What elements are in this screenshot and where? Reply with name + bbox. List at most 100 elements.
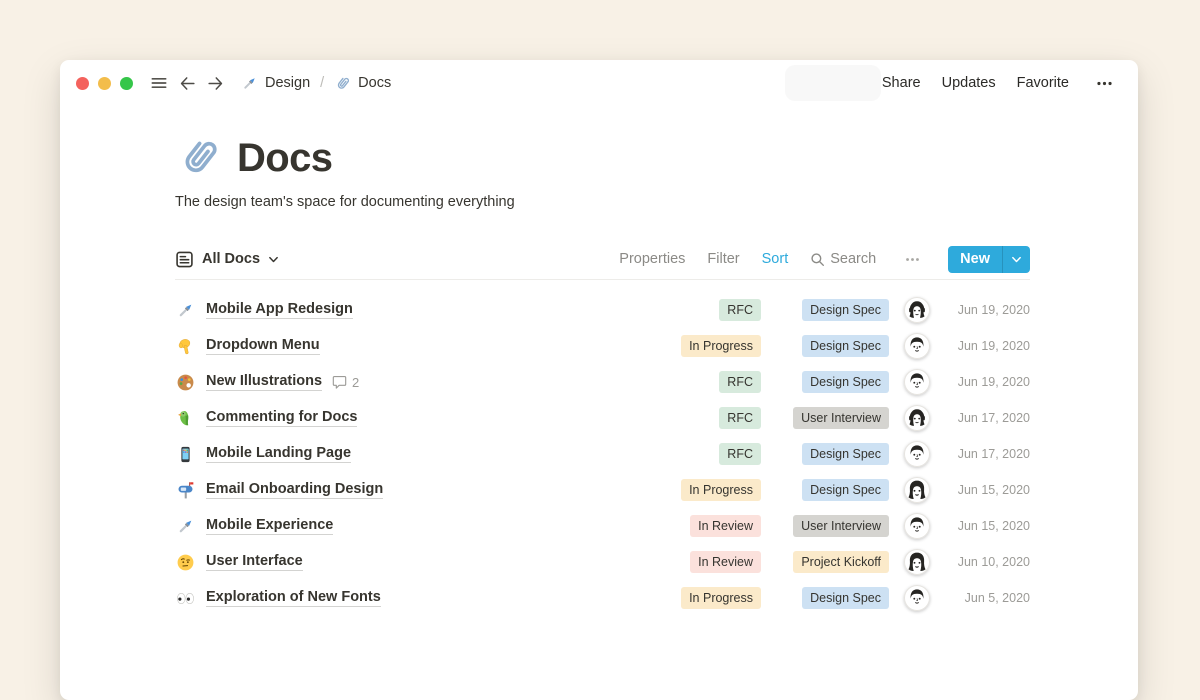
page-link[interactable]: Dropdown Menu (206, 337, 320, 355)
table-view-icon (175, 250, 194, 269)
table-row[interactable]: Exploration of New Fonts In Progress Desig… (175, 580, 1030, 616)
hamburger-icon (149, 73, 169, 93)
type-cell[interactable]: Design Spec (775, 479, 889, 501)
table-row[interactable]: User Interface In Review Project Kickoff Ju… (175, 544, 1030, 580)
more-options-button[interactable] (1092, 71, 1116, 95)
avatar-man[interactable] (904, 513, 930, 539)
avatar-woman[interactable] (904, 477, 930, 503)
share-button[interactable]: Share (882, 75, 921, 91)
breadcrumb-item-design[interactable]: Design (237, 73, 314, 94)
sidebar-menu-button[interactable] (147, 71, 171, 95)
table-row[interactable]: Mobile Landing Page RFC Design Spec Jun 17,… (175, 436, 1030, 472)
view-switcher[interactable]: All Docs (175, 250, 279, 269)
date-cell[interactable]: Jun 15, 2020 (942, 519, 1030, 533)
date-cell[interactable]: Jun 15, 2020 (942, 483, 1030, 497)
table-row[interactable]: Dropdown Menu In Progress Design Spec Jun 1… (175, 328, 1030, 364)
new-dropdown-button[interactable] (1002, 246, 1030, 273)
avatar-man[interactable] (904, 333, 930, 359)
page-link[interactable]: Mobile Experience (206, 517, 333, 535)
ellipsis-icon (904, 251, 921, 268)
sort-button[interactable]: Sort (762, 251, 789, 267)
date-cell[interactable]: Jun 19, 2020 (942, 303, 1030, 317)
properties-button[interactable]: Properties (619, 251, 685, 267)
zoom-window-button[interactable] (120, 77, 133, 90)
avatar-man[interactable] (904, 585, 930, 611)
row-properties: RFC Design Spec Jun 19, 2020 (659, 297, 1030, 323)
new-button[interactable]: New (948, 246, 1002, 273)
updates-button[interactable]: Updates (942, 75, 996, 91)
type-tag: Project Kickoff (793, 551, 889, 573)
back-button[interactable] (175, 71, 199, 95)
comment-count-value: 2 (352, 375, 359, 390)
type-cell[interactable]: Project Kickoff (775, 551, 889, 573)
status-tag: In Review (690, 515, 761, 537)
avatar-woman-headphones[interactable] (904, 297, 930, 323)
type-cell[interactable]: Design Spec (775, 443, 889, 465)
comment-count[interactable]: 2 (332, 375, 359, 390)
page-description[interactable]: The design team's space for documenting … (175, 194, 1030, 210)
status-cell[interactable]: In Progress (659, 335, 761, 357)
hand-down-icon (175, 337, 195, 356)
avatar-woman[interactable] (904, 549, 930, 575)
minimize-window-button[interactable] (98, 77, 111, 90)
date-cell[interactable]: Jun 19, 2020 (942, 339, 1030, 353)
table-row[interactable]: Email Onboarding Design In Progress Design… (175, 472, 1030, 508)
forward-button[interactable] (203, 71, 227, 95)
table-row[interactable]: Mobile Experience In Review User Interview… (175, 508, 1030, 544)
status-cell[interactable]: RFC (659, 299, 761, 321)
status-cell[interactable]: In Progress (659, 479, 761, 501)
table-row[interactable]: New Illustrations 2 RFC Design Spec Jun 19, … (175, 364, 1030, 400)
close-window-button[interactable] (76, 77, 89, 90)
filter-button[interactable]: Filter (707, 251, 739, 267)
page-link[interactable]: Exploration of New Fonts (206, 589, 381, 607)
search-icon (810, 252, 825, 267)
status-cell[interactable]: In Review (659, 551, 761, 573)
status-tag: RFC (719, 299, 761, 321)
type-cell[interactable]: Design Spec (775, 371, 889, 393)
page-link[interactable]: Email Onboarding Design (206, 481, 383, 499)
date-cell[interactable]: Jun 5, 2020 (942, 591, 1030, 605)
status-cell[interactable]: In Progress (659, 587, 761, 609)
status-cell[interactable]: RFC (659, 407, 761, 429)
status-tag: RFC (719, 443, 761, 465)
page-link[interactable]: New Illustrations (206, 373, 322, 391)
avatar-man[interactable] (904, 441, 930, 467)
page-link[interactable]: Commenting for Docs (206, 409, 357, 427)
status-tag: RFC (719, 407, 761, 429)
status-tag: In Progress (681, 335, 761, 357)
breadcrumb-label: Design (265, 75, 310, 91)
type-cell[interactable]: User Interview (775, 407, 889, 429)
breadcrumb-item-docs[interactable]: Docs (330, 73, 395, 94)
table-row[interactable]: Mobile App Redesign RFC Design Spec Jun 19,… (175, 292, 1030, 328)
type-cell[interactable]: Design Spec (775, 587, 889, 609)
status-cell[interactable]: RFC (659, 443, 761, 465)
view-label: All Docs (202, 251, 260, 267)
table-rows: Mobile App Redesign RFC Design Spec Jun 19,… (175, 280, 1030, 616)
page-title[interactable]: Docs (237, 135, 332, 181)
page-link[interactable]: Mobile Landing Page (206, 445, 351, 463)
type-tag: User Interview (793, 407, 889, 429)
avatar-man[interactable] (904, 369, 930, 395)
type-cell[interactable]: Design Spec (775, 299, 889, 321)
table-row[interactable]: Commenting for Docs RFC User Interview Jun … (175, 400, 1030, 436)
paintbrush-icon (175, 301, 195, 320)
paperclip-icon[interactable] (175, 134, 222, 181)
titlebar-actions: Share Updates Favorite (882, 71, 1118, 95)
toolbar-more-button[interactable] (900, 247, 924, 271)
window-controls (76, 77, 133, 90)
page-link[interactable]: Mobile App Redesign (206, 301, 353, 319)
date-cell[interactable]: Jun 17, 2020 (942, 411, 1030, 425)
status-tag: RFC (719, 371, 761, 393)
date-cell[interactable]: Jun 17, 2020 (942, 447, 1030, 461)
avatar-woman-headphones[interactable] (904, 405, 930, 431)
date-cell[interactable]: Jun 10, 2020 (942, 555, 1030, 569)
search-button[interactable]: Search (810, 251, 876, 267)
date-cell[interactable]: Jun 19, 2020 (942, 375, 1030, 389)
status-cell[interactable]: In Review (659, 515, 761, 537)
favorite-button[interactable]: Favorite (1017, 75, 1069, 91)
page-link[interactable]: User Interface (206, 553, 303, 571)
type-cell[interactable]: Design Spec (775, 335, 889, 357)
type-cell[interactable]: User Interview (775, 515, 889, 537)
status-cell[interactable]: RFC (659, 371, 761, 393)
mailbox-icon (175, 481, 195, 500)
